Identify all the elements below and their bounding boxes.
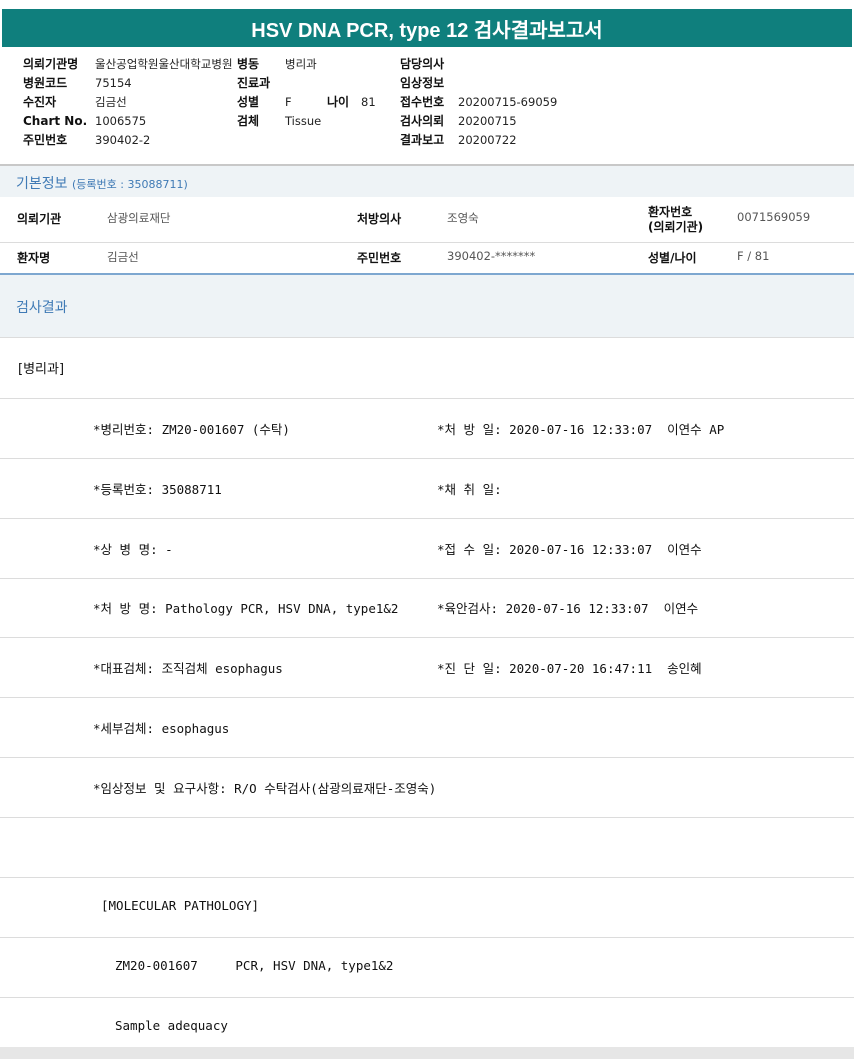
basic-info-subtitle: (등록번호 : 35088711) xyxy=(71,178,188,191)
header-value: Tissue xyxy=(285,114,322,128)
header-value: 20200715-69059 xyxy=(458,95,558,109)
header-value: 20200715 xyxy=(458,114,517,128)
header-label: 검체 xyxy=(237,114,260,128)
header-value: 390402-2 xyxy=(95,133,151,147)
result-left: *상 병 명: - xyxy=(93,542,173,557)
result-left: *등록번호: 35088711 xyxy=(93,482,222,497)
info-key: 주민번호 xyxy=(357,251,402,265)
header-col-1: 의뢰기관명 울산공업학원울산대학교병원 병원코드 75154 수진자 김금선 Char… xyxy=(23,55,233,150)
info-value: 삼광의료재단 xyxy=(107,211,171,225)
result-row: *세부검체: esophagus xyxy=(0,698,854,758)
result-right: *접 수 일: 2020-07-16 12:33:07 이연수 xyxy=(437,542,702,557)
header-label: 접수번호 xyxy=(400,95,445,109)
header-value: 20200722 xyxy=(458,133,517,147)
info-value: 390402-******* xyxy=(447,249,536,263)
results-header: 검사결과 xyxy=(0,275,854,338)
result-left: *대표검체: 조직검체 esophagus xyxy=(93,661,283,676)
header-value: 울산공업학원울산대학교병원 xyxy=(95,57,233,71)
info-key: 처방의사 xyxy=(357,212,402,226)
info-value: 조영숙 xyxy=(447,211,479,225)
result-row: *등록번호: 35088711 *채 취 일: xyxy=(0,459,854,519)
header-label: 검사의뢰 xyxy=(400,114,445,128)
result-left: *처 방 명: Pathology PCR, HSV DNA, type1&2 xyxy=(93,601,399,616)
result-right: *육안검사: 2020-07-16 12:33:07 이연수 xyxy=(437,601,699,616)
result-left: *병리번호: ZM20-001607 (수탁) xyxy=(93,422,290,437)
header-value: F xyxy=(285,95,292,109)
info-value: 김금선 xyxy=(107,250,139,264)
molecular-heading: [MOLECULAR PATHOLOGY] xyxy=(101,898,260,913)
molecular-line: ZM20-001607 PCR, HSV DNA, type1&2 xyxy=(115,958,394,973)
header-col-3: 담당의사 임상정보 접수번호 20200715-69059 검사의뢰 2020071… xyxy=(400,55,557,150)
info-value: 0071569059 xyxy=(737,210,811,224)
basic-info-header: 기본정보 (등록번호 : 35088711) xyxy=(0,166,854,197)
dept-row: [병리과] xyxy=(0,338,854,399)
header-label: 의뢰기관명 xyxy=(23,57,79,71)
header-label: 수진자 xyxy=(23,95,57,109)
header-value: 김금선 xyxy=(95,95,127,109)
result-row: *상 병 명: - *접 수 일: 2020-07-16 12:33:07 이연… xyxy=(0,519,854,579)
result-row: *처 방 명: Pathology PCR, HSV DNA, type1&2 … xyxy=(0,578,854,638)
result-row: *대표검체: 조직검체 esophagus *진 단 일: 2020-07-20… xyxy=(0,638,854,698)
header-value: 병리과 xyxy=(285,57,317,71)
result-right: *채 취 일: xyxy=(437,482,502,497)
header-col-2: 병동 병리과 진료과 성별 F 나이 81 검체 Tissue xyxy=(237,55,376,131)
blank-row xyxy=(0,818,854,878)
header-label: 진료과 xyxy=(237,76,271,90)
bottom-scroll-edge xyxy=(0,1047,854,1059)
result-row: *임상정보 및 요구사항: R/O 수탁검사(삼광의료재단-조영숙) xyxy=(0,758,854,818)
header-label: 병동 xyxy=(237,57,260,71)
result-left: *임상정보 및 요구사항: R/O 수탁검사(삼광의료재단-조영숙) xyxy=(93,781,437,796)
info-row-2: 환자명 김금선 주민번호 390402-******* 성별/나이 F / 81 xyxy=(0,243,854,273)
result-row: *병리번호: ZM20-001607 (수탁) *처 방 일: 2020-07-… xyxy=(0,399,854,459)
report-title: HSV DNA PCR, type 12 검사결과보고서 xyxy=(2,9,852,47)
result-right: *처 방 일: 2020-07-16 12:33:07 이연수 AP xyxy=(437,422,725,437)
results-title: 검사결과 xyxy=(16,300,68,316)
header-label: 담당의사 xyxy=(400,57,445,71)
header-label: 병원코드 xyxy=(23,76,68,90)
header-value: 75154 xyxy=(95,76,132,90)
info-value: F / 81 xyxy=(737,249,770,263)
info-row-1: 의뢰기관 삼광의료재단 처방의사 조영숙 환자번호 (의뢰기관) 0071569… xyxy=(0,197,854,243)
header-label: Chart No. xyxy=(23,114,88,128)
info-key-sub: (의뢰기관) xyxy=(648,220,704,234)
dept-label: [병리과] xyxy=(18,362,65,377)
age-label: 나이 xyxy=(327,95,350,109)
result-left: *세부검체: esophagus xyxy=(93,721,230,736)
molecular-row: [MOLECULAR PATHOLOGY] xyxy=(0,878,854,938)
header-label: 주민번호 xyxy=(23,133,68,147)
molecular-line-row: ZM20-001607 PCR, HSV DNA, type1&2 xyxy=(0,938,854,998)
info-key: 의뢰기관 xyxy=(17,212,62,226)
result-right: *진 단 일: 2020-07-20 16:47:11 송인혜 xyxy=(437,661,702,676)
info-key: 환자명 xyxy=(17,251,51,265)
info-key: 성별/나이 xyxy=(648,251,697,265)
header-label: 임상정보 xyxy=(400,76,445,90)
header-value: 1006575 xyxy=(95,114,147,128)
header-label: 성별 xyxy=(237,95,260,109)
age-value: 81 xyxy=(361,95,376,109)
basic-info-title: 기본정보 xyxy=(16,176,68,192)
header-label: 결과보고 xyxy=(400,133,445,147)
sample-adequacy: Sample adequacy xyxy=(115,1018,228,1033)
